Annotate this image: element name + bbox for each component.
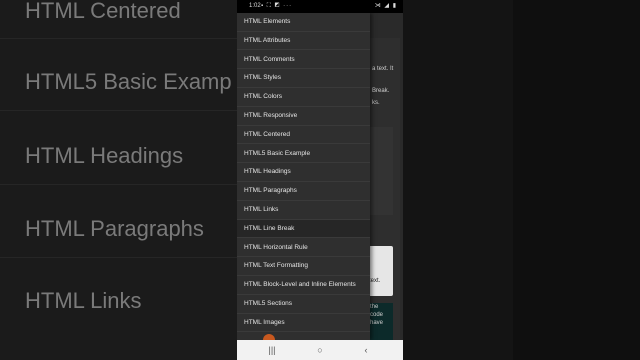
notification-icons: ▪ ⛶ ◩ ··· <box>261 3 293 9</box>
background-item: HTML Links <box>25 288 142 313</box>
menu-item-html-responsive[interactable]: HTML Responsive <box>237 107 370 126</box>
background-divider <box>0 257 237 258</box>
background-panel <box>513 0 640 360</box>
background-item: HTML5 Basic Examp <box>25 69 232 94</box>
menu-item-html-styles[interactable]: HTML Styles <box>237 69 370 88</box>
menu-item-html-attributes[interactable]: HTML Attributes <box>237 32 370 51</box>
background-divider <box>0 184 237 185</box>
menu-item-html-comments[interactable]: HTML Comments <box>237 51 370 70</box>
menu-item-html5-sections[interactable]: HTML5 Sections <box>237 295 370 314</box>
text-fragment: ks. <box>372 100 380 106</box>
navigation-bar: ||| ○ ‹ <box>237 340 403 360</box>
output-card-text: text. <box>369 278 381 284</box>
system-icons: ⋊ ◢ ▮ <box>374 3 397 9</box>
menu-item-html-line-break[interactable]: HTML Line Break <box>237 219 370 239</box>
menu-item-html-text-formatting[interactable]: HTML Text Formatting <box>237 257 370 276</box>
background-divider <box>0 38 237 39</box>
recent-apps-icon[interactable]: ||| <box>257 340 287 360</box>
background-left-blur: HTML Centered HTML5 Basic Examp HTML Hea… <box>0 0 237 360</box>
menu-item-html-headings[interactable]: HTML Headings <box>237 163 370 182</box>
text-fragment: Break. <box>372 88 390 94</box>
menu-item-html-colors[interactable]: HTML Colors <box>237 88 370 107</box>
menu-item-html-elements[interactable]: HTML Elements <box>237 13 370 32</box>
phone-screen: 1:02 ▪ ⛶ ◩ ··· ⋊ ◢ ▮ a text. It Break. k… <box>237 0 403 360</box>
background-item: HTML Centered <box>25 0 181 23</box>
topics-menu: HTML Elements HTML Attributes HTML Comme… <box>237 13 370 340</box>
back-icon[interactable]: ‹ <box>351 340 381 360</box>
menu-item-html-images[interactable]: HTML Images <box>237 314 370 333</box>
text-fragment: a text. It <box>372 66 394 72</box>
background-item: HTML Paragraphs <box>25 216 204 241</box>
menu-item-html-links[interactable]: HTML Links <box>237 201 370 220</box>
home-icon[interactable]: ○ <box>305 340 335 360</box>
status-bar: 1:02 ▪ ⛶ ◩ ··· ⋊ ◢ ▮ <box>237 0 403 13</box>
menu-item-html-centered[interactable]: HTML Centered <box>237 126 370 145</box>
menu-item-html-paragraphs[interactable]: HTML Paragraphs <box>237 182 370 201</box>
menu-item-html-block-inline[interactable]: HTML Block-Level and Inline Elements <box>237 276 370 295</box>
background-item: HTML Headings <box>25 143 184 168</box>
status-time: 1:02 <box>249 3 261 9</box>
menu-item-html5-basic-example[interactable]: HTML5 Basic Example <box>237 145 370 164</box>
menu-item-html-horizontal-rule[interactable]: HTML Horizontal Rule <box>237 239 370 258</box>
background-divider <box>0 110 237 111</box>
background-right-blur <box>403 0 640 360</box>
